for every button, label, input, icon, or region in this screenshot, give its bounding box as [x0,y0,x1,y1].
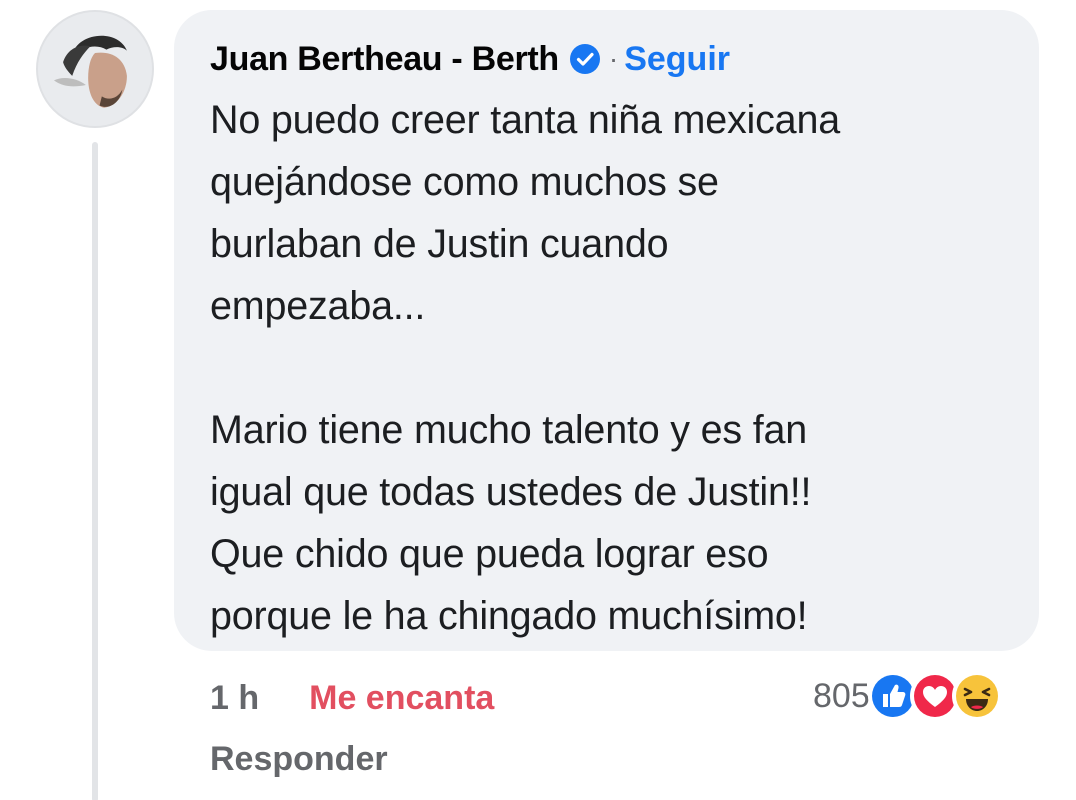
timestamp[interactable]: 1 h [210,679,259,718]
separator-dot: · [608,43,619,74]
reaction-button[interactable]: Me encanta [309,679,494,718]
follow-button[interactable]: Seguir [624,40,730,79]
comment-text: No puedo creer tanta niña mexicana quejá… [210,98,840,638]
reply-row: Responder [210,735,388,783]
reaction-summary[interactable]: 805 [813,668,1002,724]
comment-thread: Juan Bertheau - Berth · Seguir No puedo … [0,0,1076,800]
comment-header: Juan Bertheau - Berth · Seguir [210,34,1005,84]
reaction-count: 805 [813,676,870,715]
comment-bubble: Juan Bertheau - Berth · Seguir No puedo … [174,10,1039,651]
comment-actions: 1 h Me encanta [210,672,494,724]
reply-button[interactable]: Responder [210,740,388,779]
profile-photo-icon [38,12,152,126]
verified-badge-icon [569,43,601,75]
thread-line [92,142,98,800]
avatar[interactable] [36,10,154,128]
haha-icon [951,671,1002,721]
author-name[interactable]: Juan Bertheau - Berth [210,40,559,79]
